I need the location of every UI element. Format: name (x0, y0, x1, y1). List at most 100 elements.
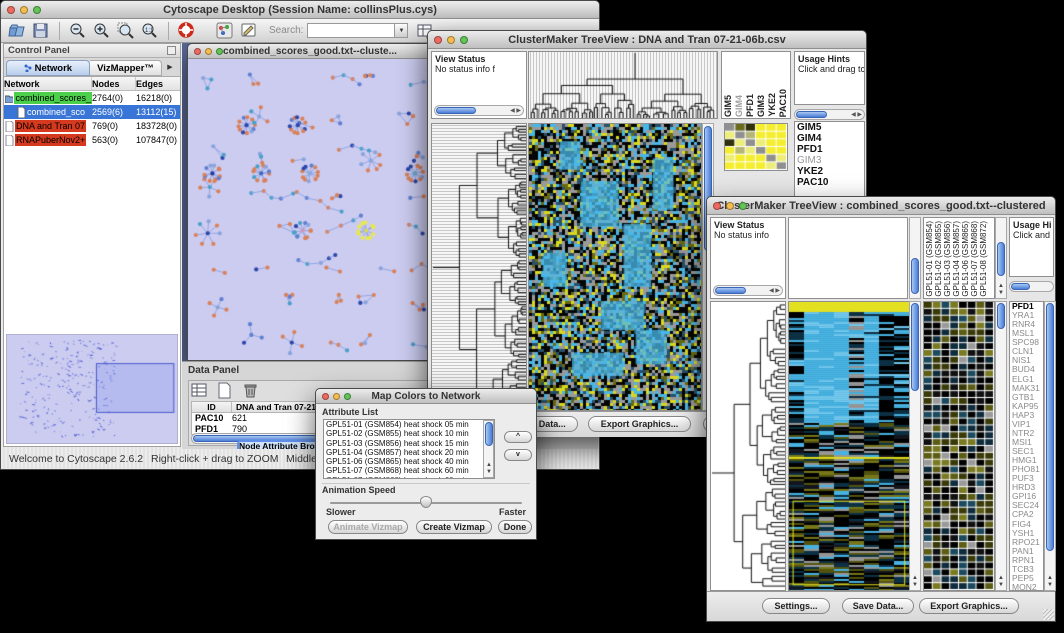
zoom-in-icon[interactable] (92, 21, 112, 41)
tv2-usage-hints: Usage HiClick and (1009, 217, 1054, 277)
animate-vizmap-button[interactable]: Animate Vizmap (328, 520, 408, 534)
tv2-save-data-button[interactable]: Save Data... (842, 598, 914, 614)
zoom-button[interactable] (344, 393, 351, 400)
zoom-button[interactable] (216, 48, 223, 55)
attribute-item[interactable]: GPL51-07 (GSM868) heat shock 60 min (324, 466, 494, 475)
tv2-v-scrollbar[interactable]: ▲▼ (909, 301, 921, 591)
gene-label[interactable]: GIM4 (795, 133, 864, 144)
tv2-row-dendrogram-canvas[interactable] (711, 302, 785, 590)
zoom-button[interactable] (33, 6, 41, 14)
tv2-column-tree-area[interactable] (788, 217, 908, 299)
header-network[interactable]: Network (4, 77, 92, 90)
tv1-heatmap[interactable] (528, 123, 702, 411)
done-button[interactable]: Done (498, 520, 532, 534)
close-button[interactable] (713, 202, 721, 210)
create-vizmap-button[interactable]: Create Vizmap (416, 520, 492, 534)
dialog-title-bar[interactable]: Map Colors to Network (316, 389, 536, 404)
vizmapper-shortcut-icon[interactable] (215, 21, 235, 41)
tv1-correlation-matrix[interactable] (724, 123, 788, 171)
move-down-button[interactable]: v (504, 449, 532, 461)
header-nodes[interactable]: Nodes (92, 77, 136, 90)
gene-label[interactable]: YKE2 (795, 166, 864, 177)
gene-label[interactable]: MON2 (1010, 583, 1043, 591)
network-row-rnapuber[interactable]: RNAPuberNov2+ 563(0) 107847(0) (4, 133, 180, 147)
tv2-zoom-heatmap[interactable] (923, 301, 995, 591)
minimize-button[interactable] (726, 202, 734, 210)
tab-vizmapper[interactable]: VizMapper™ (90, 60, 162, 76)
tv2-row-dendrogram[interactable] (710, 301, 786, 591)
tab-network[interactable]: Network (6, 60, 90, 76)
close-button[interactable] (322, 393, 329, 400)
header-edges[interactable]: Edges (136, 77, 180, 90)
close-button[interactable] (7, 6, 15, 14)
tv1-heatmap-canvas[interactable] (529, 124, 701, 410)
minimize-button[interactable] (20, 6, 28, 14)
tv2-settings-button[interactable]: Settings... (762, 598, 830, 614)
tv1-row-dendrogram-canvas[interactable] (432, 124, 526, 410)
tv1-matrix-canvas[interactable] (725, 124, 787, 170)
tv1-status-h-scrollbar[interactable]: ◀ ▶ (434, 105, 524, 116)
tv2-heatmap-canvas[interactable] (789, 302, 909, 590)
gene-label[interactable]: GIM5 (795, 122, 864, 133)
tv2-zoom-heatmap-canvas[interactable] (924, 302, 994, 590)
float-panel-icon[interactable] (167, 46, 176, 55)
minimize-button[interactable] (205, 48, 212, 55)
help-icon[interactable] (177, 21, 197, 41)
close-button[interactable] (194, 48, 201, 55)
tv1-hints-h-scrollbar[interactable]: ◀ ▶ (794, 109, 865, 120)
network-window1-title-bar[interactable]: combined_scores_good.txt--cluste... (188, 44, 432, 59)
search-input[interactable] (307, 23, 395, 38)
network-row-selected[interactable]: combined_sco 2569(6) 13112(15) (4, 105, 180, 119)
tv1-export-graphics-button[interactable]: Export Graphics... (588, 416, 691, 432)
zoom-button[interactable] (460, 36, 468, 44)
attribute-item[interactable]: GPL51-06 (GSM865) heat shock 40 min (324, 457, 494, 466)
tab-overflow-arrow[interactable]: ▶ (162, 60, 178, 76)
attribute-item[interactable]: GPL51-07 (GSM868) heat shock 60 min (324, 476, 494, 479)
column-id[interactable]: ID (192, 402, 232, 412)
zoom-out-icon[interactable] (68, 21, 88, 41)
treeview2-title-bar[interactable]: ClusterMaker TreeView : combined_scores_… (707, 197, 1055, 215)
open-file-icon[interactable] (7, 21, 27, 41)
birds-eye-view[interactable] (6, 334, 178, 444)
attribute-item[interactable]: GPL51-04 (GSM857) heat shock 20 min (324, 448, 494, 457)
tv1-row-dendrogram[interactable] (431, 123, 527, 411)
gene-label[interactable]: PFD1 (795, 144, 864, 155)
gene-label[interactable]: GIM3 (795, 155, 864, 166)
zoom-selected-icon[interactable] (116, 21, 136, 41)
table-options-icon[interactable] (191, 382, 208, 399)
network-row-dna-tran[interactable]: DNA and Tran 07 769(0) 183728(0) (4, 119, 180, 133)
tv2-genes-v-scrollbar[interactable]: ▲▼ (1044, 301, 1056, 591)
gene-label[interactable]: PAC10 (795, 177, 864, 188)
close-button[interactable] (434, 36, 442, 44)
save-icon[interactable] (31, 21, 51, 41)
tv2-zoom-v-scrollbar[interactable]: ▲▼ (995, 301, 1007, 591)
attribute-item[interactable]: GPL51-03 (GSM856) heat shock 15 min (324, 439, 494, 448)
attribute-item[interactable]: GPL51-01 (GSM854) heat shock 05 min (324, 420, 494, 429)
tv2-status-h-scrollbar[interactable]: ◀ ▶ (713, 285, 783, 296)
move-up-button[interactable]: ^ (504, 431, 532, 443)
tv1-column-dendrogram[interactable] (528, 51, 718, 119)
minimize-button[interactable] (447, 36, 455, 44)
annotation-icon[interactable] (239, 21, 259, 41)
search-dropdown-arrow[interactable]: ▼ (395, 23, 408, 38)
tv1-column-dendrogram-canvas[interactable] (529, 52, 717, 118)
main-title-bar[interactable]: Cytoscape Desktop (Session Name: collins… (1, 1, 599, 19)
minimize-button[interactable] (333, 393, 340, 400)
zoom-button[interactable] (739, 202, 747, 210)
network-view-canvas[interactable] (188, 59, 432, 360)
attribute-item[interactable]: GPL51-02 (GSM855) heat shock 10 min (324, 429, 494, 438)
treeview1-title-bar[interactable]: ClusterMaker TreeView : DNA and Tran 07-… (428, 31, 866, 49)
resize-grip[interactable] (1043, 609, 1054, 620)
tv2-top-v-scrollbar[interactable] (909, 217, 921, 299)
tv2-hints-h-scrollbar[interactable] (1009, 281, 1054, 292)
new-attribute-icon[interactable] (216, 382, 233, 399)
delete-attribute-icon[interactable] (242, 382, 259, 399)
tv2-heatmap[interactable] (788, 301, 910, 591)
zoom-fit-icon[interactable]: 1:1 (140, 21, 160, 41)
attribute-list-scrollbar[interactable]: ▲▼ (483, 420, 494, 478)
tv2-labels-v-scrollbar[interactable]: ▲▼ (995, 217, 1007, 299)
speed-slider-thumb[interactable] (420, 496, 432, 508)
tv2-export-graphics-button[interactable]: Export Graphics... (919, 598, 1019, 614)
birds-eye-canvas[interactable] (7, 335, 179, 441)
network-row-combined-scores[interactable]: combined_scores_ 2764(0) 16218(0) (4, 91, 180, 105)
